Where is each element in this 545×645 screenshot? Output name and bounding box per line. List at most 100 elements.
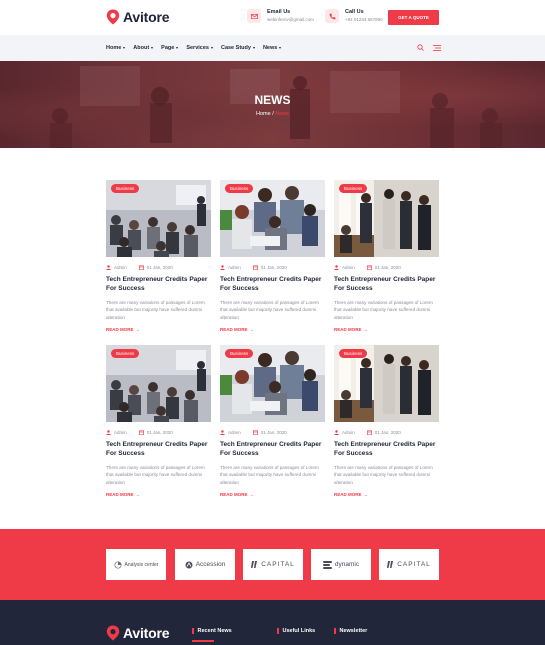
- post-meta: Admin 01 Jan, 2020: [334, 430, 439, 435]
- nav-item-news[interactable]: News: [262, 45, 282, 51]
- main-nav: Home About Page Services Case Study News: [0, 35, 545, 61]
- partner-logo[interactable]: Analysis center: [106, 549, 166, 580]
- news-card[interactable]: Business Admin 01 Jan, 2020 Tech Entrepr…: [106, 180, 211, 332]
- read-more-link[interactable]: READ MORE →: [220, 327, 325, 332]
- footer-heading-label: Recent News: [197, 628, 232, 634]
- capital-icon: [251, 561, 258, 568]
- nav-item-label: Case Study: [220, 45, 251, 51]
- news-image[interactable]: Business: [334, 180, 439, 257]
- dynamic-icon: [322, 560, 332, 569]
- partner-name: CAPITAL: [397, 561, 431, 568]
- page-title: NEWS: [254, 93, 291, 107]
- nav-item-page[interactable]: Page: [161, 45, 179, 51]
- post-meta: Admin 01 Jan, 2020: [106, 430, 211, 435]
- phone-icon: [325, 9, 339, 23]
- news-image[interactable]: Business: [334, 345, 439, 422]
- get-a-quote-button[interactable]: GET A QUOTE: [388, 10, 439, 25]
- category-badge[interactable]: Business: [111, 184, 140, 193]
- arrow-right-icon: →: [249, 326, 255, 332]
- footer-heading-label: Useful Links: [282, 628, 316, 634]
- news-image[interactable]: Business: [220, 180, 325, 257]
- footer-brand-logo[interactable]: Avitore: [106, 625, 170, 641]
- read-more-label: READ MORE: [220, 326, 248, 332]
- email-label: Email Us: [267, 9, 291, 15]
- post-date: 01 Jan, 2020: [146, 430, 173, 435]
- read-more-link[interactable]: READ MORE →: [334, 327, 439, 332]
- read-more-label: READ MORE: [220, 491, 248, 497]
- chevron-down-icon: [210, 47, 213, 49]
- news-title[interactable]: Tech Entrepreneur Credits Paper For Succ…: [106, 275, 211, 293]
- brand-logo[interactable]: Avitore: [106, 9, 170, 25]
- post-meta: Admin 01 Jan, 2020: [106, 265, 211, 270]
- call-label: Call Us: [345, 9, 364, 15]
- post-author: Admin: [228, 265, 241, 270]
- category-badge[interactable]: Business: [339, 184, 368, 193]
- user-icon: [220, 430, 225, 435]
- heading-accent-bar: [277, 628, 279, 634]
- read-more-link[interactable]: READ MORE →: [106, 327, 211, 332]
- read-more-label: READ MORE: [106, 326, 134, 332]
- category-badge[interactable]: Business: [225, 349, 254, 358]
- news-card[interactable]: Business Admin 01 Jan, 2020 Tech Entrepr…: [220, 180, 325, 332]
- nav-item-label: News: [262, 45, 278, 51]
- chevron-down-icon: [176, 47, 179, 49]
- news-excerpt: There are many variations of passages of…: [106, 465, 205, 485]
- analysis-center-icon: [113, 560, 122, 569]
- footer-brand-name: Avitore: [123, 625, 170, 641]
- news-card[interactable]: Business Admin 01 Jan, 2020 Tech Entrepr…: [334, 180, 439, 332]
- breadcrumb-home[interactable]: Home: [256, 111, 271, 117]
- read-more-label: READ MORE: [334, 326, 362, 332]
- heading-accent-bar: [334, 628, 336, 634]
- news-title[interactable]: Tech Entrepreneur Credits Paper For Succ…: [106, 440, 211, 458]
- category-badge[interactable]: Business: [339, 349, 368, 358]
- arrow-right-icon: →: [249, 491, 255, 497]
- read-more-link[interactable]: READ MORE →: [220, 492, 325, 497]
- news-excerpt: There are many variations of passages of…: [220, 465, 319, 485]
- partner-name: CAPITAL: [261, 561, 295, 568]
- news-excerpt: There are many variations of passages of…: [106, 300, 205, 320]
- nav-item-services[interactable]: Services: [186, 45, 213, 51]
- calendar-icon: [138, 430, 144, 435]
- news-image[interactable]: Business: [106, 345, 211, 422]
- nav-item-about[interactable]: About: [133, 45, 154, 51]
- category-badge[interactable]: Business: [111, 349, 140, 358]
- news-title[interactable]: Tech Entrepreneur Credits Paper For Succ…: [220, 440, 325, 458]
- menu-icon[interactable]: [433, 44, 441, 51]
- partner-logos-section: Analysis center Accession CAPITAL dynami…: [0, 529, 545, 600]
- mail-icon: [247, 9, 261, 23]
- nav-item-label: Services: [186, 45, 209, 51]
- news-image[interactable]: Business: [106, 180, 211, 257]
- news-card[interactable]: Business Admin 01 Jan, 2020 Tech Entrepr…: [334, 345, 439, 497]
- news-title[interactable]: Tech Entrepreneur Credits Paper For Succ…: [334, 440, 439, 458]
- footer-heading-underline: [192, 640, 214, 642]
- arrow-right-icon: →: [135, 491, 141, 497]
- post-author: Admin: [342, 430, 355, 435]
- user-icon: [106, 430, 111, 435]
- news-card[interactable]: Business Admin 01 Jan, 2020 Tech Entrepr…: [220, 345, 325, 497]
- partner-logo[interactable]: Accession: [175, 549, 235, 580]
- chevron-down-icon: [123, 47, 126, 49]
- news-image[interactable]: Business: [220, 345, 325, 422]
- post-author: Admin: [228, 430, 241, 435]
- calendar-icon: [252, 265, 258, 270]
- nav-item-case-study[interactable]: Case Study: [221, 45, 255, 51]
- news-title[interactable]: Tech Entrepreneur Credits Paper For Succ…: [220, 275, 325, 293]
- news-excerpt: There are many variations of passages of…: [334, 300, 433, 320]
- map-pin-logo-icon: [106, 9, 120, 25]
- partner-logo[interactable]: CAPITAL: [243, 549, 303, 580]
- read-more-link[interactable]: READ MORE →: [334, 492, 439, 497]
- contact-phone[interactable]: Call Us +84 01234 567890: [325, 9, 383, 23]
- arrow-right-icon: →: [135, 326, 141, 332]
- partner-logo[interactable]: dynamic: [311, 549, 371, 580]
- read-more-link[interactable]: READ MORE →: [106, 492, 211, 497]
- nav-item-label: Page: [161, 45, 175, 51]
- nav-item-label: About: [133, 45, 150, 51]
- news-card[interactable]: Business Admin 01 Jan, 2020 Tech Entrepr…: [106, 345, 211, 497]
- calendar-icon: [366, 430, 372, 435]
- nav-item-home[interactable]: Home: [106, 45, 126, 51]
- news-title[interactable]: Tech Entrepreneur Credits Paper For Succ…: [334, 275, 439, 293]
- search-icon[interactable]: [417, 44, 424, 51]
- contact-email[interactable]: Email Us webinfernv@gmail.com: [247, 9, 314, 23]
- partner-logo[interactable]: CAPITAL: [379, 549, 439, 580]
- category-badge[interactable]: Business: [225, 184, 254, 193]
